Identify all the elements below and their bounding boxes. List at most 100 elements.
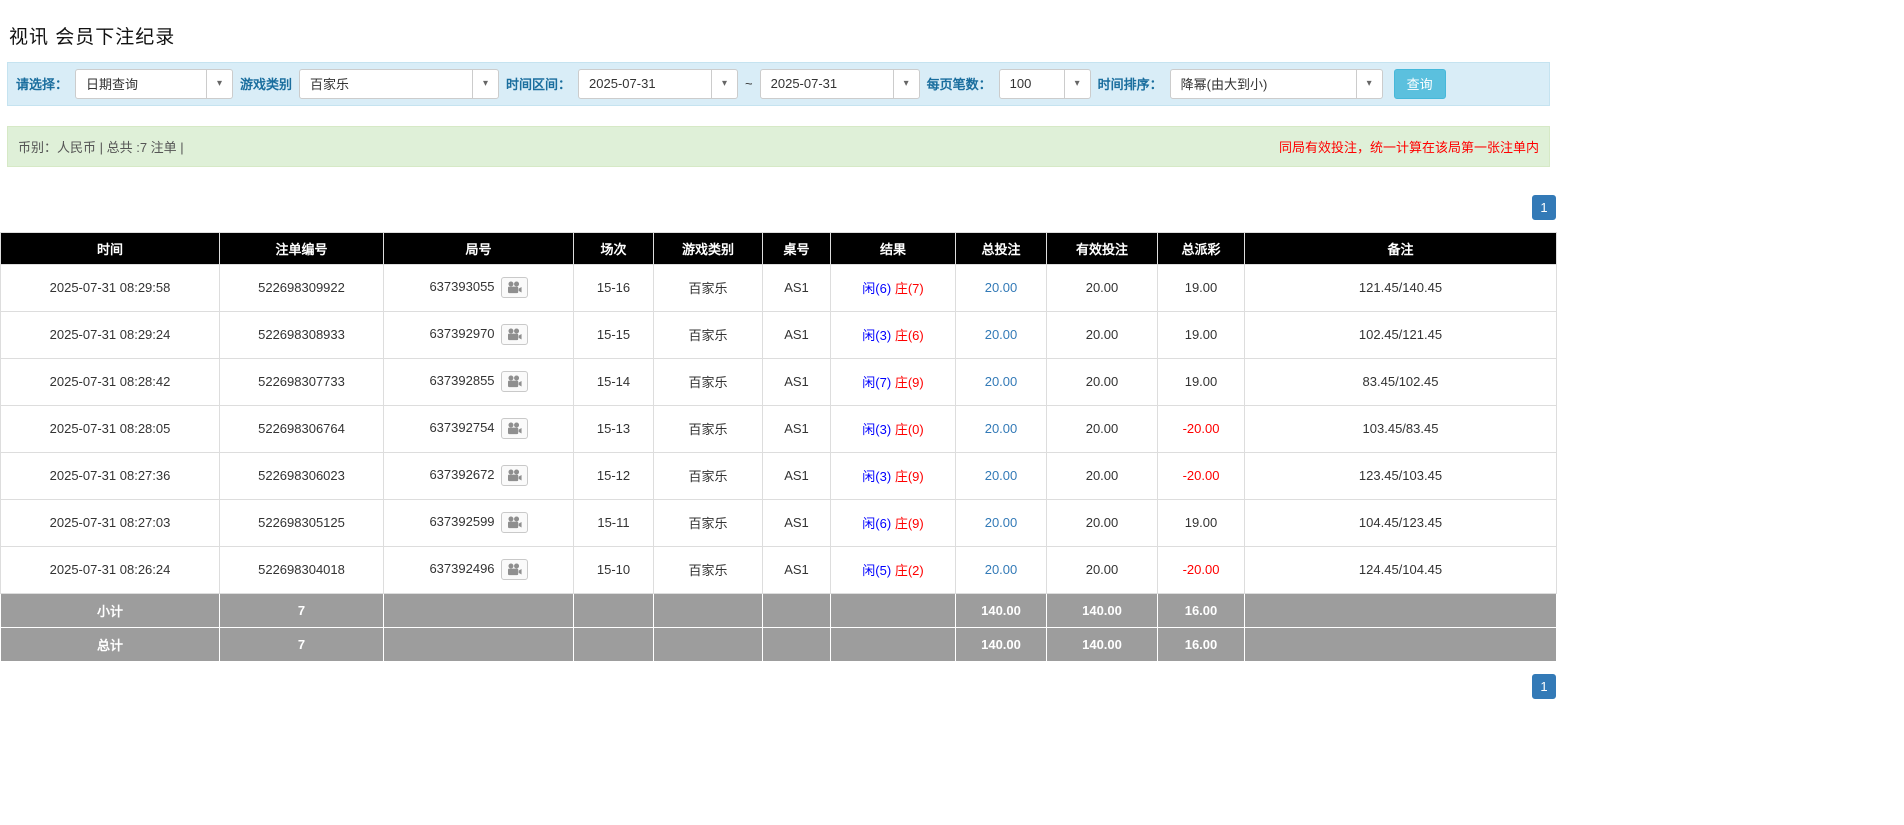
result-player: 闲(6) [862, 516, 892, 532]
round-number: 637393055 [429, 279, 495, 295]
page-size-select[interactable]: 100 ▾ [998, 68, 1091, 99]
date-range-separator: ~ [745, 76, 753, 92]
video-replay-button[interactable] [500, 324, 528, 346]
cell-time: 2025-07-31 08:28:42 [0, 357, 220, 406]
game-type-select[interactable]: 百家乐 ▾ [299, 68, 500, 99]
caret-down-icon[interactable]: ▾ [472, 69, 498, 98]
caret-down-icon[interactable]: ▾ [1063, 69, 1090, 98]
cell-table-no: AS1 [762, 404, 831, 453]
header-valid-bet: 有效投注 [1046, 231, 1158, 265]
cell-time: 2025-07-31 08:26:24 [0, 545, 220, 594]
table-row: 2025-07-31 08:28:42 522698307733 6373928… [0, 357, 1557, 406]
cell-session: 15-11 [573, 498, 654, 547]
video-replay-button[interactable] [500, 559, 528, 581]
cell-valid-bet: 20.00 [1046, 451, 1158, 500]
video-replay-button[interactable] [500, 465, 528, 487]
search-button[interactable]: 查询 [1393, 68, 1446, 99]
header-table-no: 桌号 [762, 231, 831, 265]
table-body: 2025-07-31 08:29:58 522698309922 6373930… [0, 263, 1557, 594]
cell-note: 124.45/104.45 [1244, 545, 1557, 594]
pagination-top: 1 [0, 194, 1556, 220]
table-row: 2025-07-31 08:29:24 522698308933 6373929… [0, 310, 1557, 359]
cell-table-no: AS1 [762, 451, 831, 500]
table-row: 2025-07-31 08:27:03 522698305125 6373925… [0, 498, 1557, 547]
round-number: 637392855 [429, 373, 495, 389]
caret-down-icon[interactable]: ▾ [711, 69, 737, 98]
result-player: 闲(3) [862, 469, 892, 485]
date-mode-label: 请选择： [16, 77, 69, 93]
caret-down-icon[interactable]: ▾ [1355, 69, 1382, 98]
total-bet-link[interactable]: 20.00 [985, 280, 1018, 295]
result-banker: 庄(0) [894, 422, 924, 438]
cell-table-no: AS1 [762, 310, 831, 359]
date-mode-select[interactable]: 日期查询 ▾ [75, 68, 234, 99]
result-banker: 庄(9) [894, 375, 924, 391]
date-from-select[interactable]: 2025-07-31 ▾ [578, 68, 739, 99]
game-type-label: 游戏类别 [240, 77, 293, 93]
summary-empty-cell [653, 626, 763, 662]
table-row: 2025-07-31 08:27:36 522698306023 6373926… [0, 451, 1557, 500]
page-button-1[interactable]: 1 [1532, 194, 1556, 220]
table-row: 2025-07-31 08:26:24 522698304018 6373924… [0, 545, 1557, 594]
page-button-1[interactable]: 1 [1532, 673, 1556, 699]
cell-time: 2025-07-31 08:28:05 [0, 404, 220, 453]
page-title: 视讯 会员下注纪录 [9, 26, 176, 48]
result-banker: 庄(9) [894, 469, 924, 485]
cell-game-type: 百家乐 [653, 545, 763, 594]
cell-round: 637392754 [383, 404, 574, 453]
page-size-label: 每页笔数： [926, 77, 992, 93]
video-replay-button[interactable] [500, 512, 528, 534]
cell-bet-id: 522698309922 [219, 263, 384, 312]
total-bet-link[interactable]: 20.00 [985, 515, 1018, 530]
caret-down-icon[interactable]: ▾ [206, 69, 232, 98]
date-to-select[interactable]: 2025-07-31 ▾ [759, 68, 920, 99]
total-bet-link[interactable]: 20.00 [985, 421, 1018, 436]
cell-note: 121.45/140.45 [1244, 263, 1557, 312]
summary-payout: 16.00 [1157, 592, 1245, 628]
cell-total-bet: 20.00 [955, 545, 1047, 594]
round-number: 637392672 [429, 467, 495, 483]
video-replay-button[interactable] [500, 418, 528, 440]
header-game-type: 游戏类别 [653, 231, 763, 265]
cell-total-bet: 20.00 [955, 404, 1047, 453]
total-bet-link[interactable]: 20.00 [985, 562, 1018, 577]
cell-bet-id: 522698307733 [219, 357, 384, 406]
summary-empty-cell [573, 592, 654, 628]
date-mode-value: 日期查询 [86, 77, 139, 93]
cell-bet-id: 522698306764 [219, 404, 384, 453]
summary-empty-cell [1244, 592, 1557, 628]
video-replay-button[interactable] [500, 371, 528, 393]
video-camera-icon [507, 375, 522, 388]
cell-session: 15-12 [573, 451, 654, 500]
summary-empty-cell [830, 592, 956, 628]
date-range-label: 时间区间： [506, 77, 572, 93]
summary-bar: 币别：人民币 | 总共 :7 注单 | 同局有效投注，统一计算在该局第一张注单内 [7, 125, 1550, 167]
cell-result: 闲(6) 庄(7) [830, 263, 956, 312]
cell-payout: 19.00 [1157, 498, 1245, 547]
header-total-bet: 总投注 [955, 231, 1047, 265]
summary-total-bet: 140.00 [955, 626, 1047, 662]
cell-table-no: AS1 [762, 498, 831, 547]
summary-currency-count: 币别：人民币 | 总共 :7 注单 | [18, 139, 184, 155]
header-round: 局号 [383, 231, 574, 265]
cell-game-type: 百家乐 [653, 310, 763, 359]
sort-order-select[interactable]: 降幂(由大到小) ▾ [1169, 68, 1383, 99]
cell-game-type: 百家乐 [653, 451, 763, 500]
cell-table-no: AS1 [762, 357, 831, 406]
result-player: 闲(5) [862, 563, 892, 579]
summary-valid-bet: 140.00 [1046, 592, 1158, 628]
caret-down-icon[interactable]: ▾ [892, 69, 919, 98]
summary-label: 小计 [0, 592, 220, 628]
total-bet-link[interactable]: 20.00 [985, 327, 1018, 342]
total-bet-link[interactable]: 20.00 [985, 374, 1018, 389]
cell-result: 闲(3) 庄(0) [830, 404, 956, 453]
video-camera-icon [507, 328, 522, 341]
cell-round: 637392672 [383, 451, 574, 500]
video-camera-icon [507, 422, 522, 435]
cell-session: 15-16 [573, 263, 654, 312]
total-bet-link[interactable]: 20.00 [985, 468, 1018, 483]
cell-result: 闲(6) 庄(9) [830, 498, 956, 547]
video-replay-button[interactable] [500, 277, 528, 299]
summary-total-bet: 140.00 [955, 592, 1047, 628]
cell-game-type: 百家乐 [653, 404, 763, 453]
